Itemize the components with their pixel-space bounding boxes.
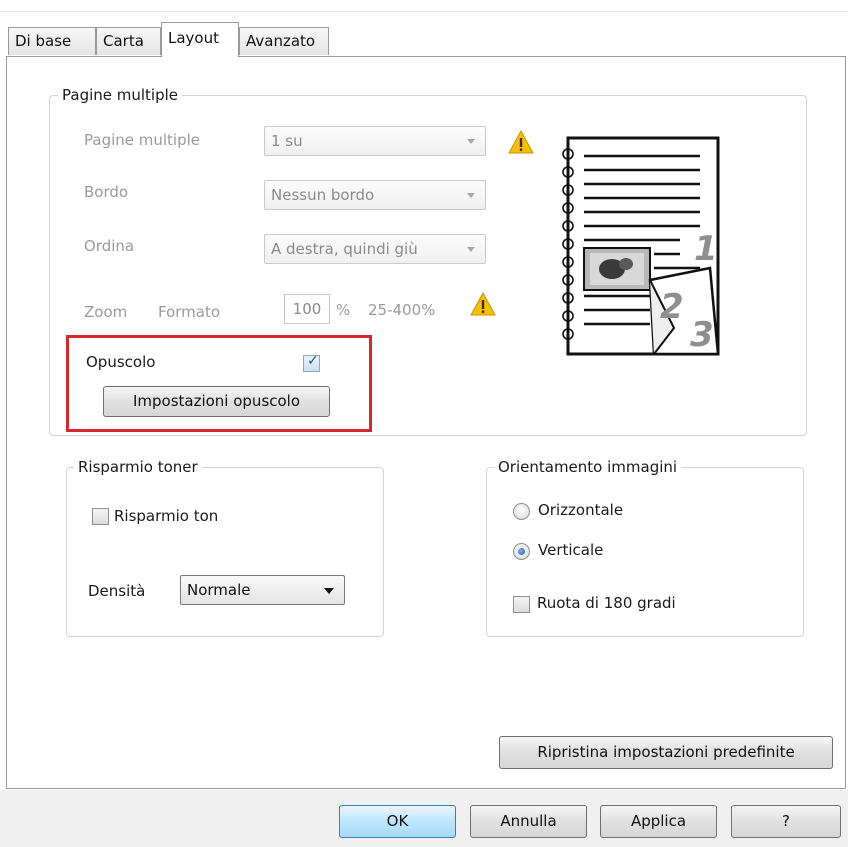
zoom-input[interactable]: 100 (284, 294, 330, 324)
orizzontale-radio[interactable] (513, 503, 530, 520)
risparmio-toner-checkbox-label: Risparmio ton (114, 507, 219, 525)
bordo-value: Nessun bordo (271, 186, 375, 204)
preview-page-number-3: 3 (690, 315, 714, 355)
annulla-button[interactable]: Annulla (470, 805, 587, 838)
ripristina-impostazioni-button[interactable]: Ripristina impostazioni predefinite (499, 736, 833, 769)
radio-selected-dot (518, 548, 525, 555)
orizzontale-label: Orizzontale (538, 501, 624, 519)
risparmio-toner-group (66, 467, 384, 637)
ordina-label: Ordina (84, 237, 135, 255)
pagine-multiple-group-title: Pagine multiple (58, 86, 183, 104)
pagine-multiple-select[interactable]: 1 su (264, 126, 486, 156)
chevron-down-icon (467, 193, 475, 198)
tab-carta[interactable]: Carta (96, 27, 161, 55)
bordo-label: Bordo (84, 183, 129, 201)
chevron-down-icon (324, 588, 334, 594)
percent-label: % (336, 301, 351, 319)
tab-avanzato[interactable]: Avanzato (239, 27, 329, 55)
warning-icon (508, 130, 534, 154)
help-button[interactable]: ? (731, 805, 841, 838)
tab-di-base[interactable]: Di base (8, 27, 96, 55)
zoom-label: Zoom (84, 303, 128, 321)
opuscolo-highlight-frame (66, 335, 372, 432)
chevron-down-icon (467, 247, 475, 252)
warning-icon (470, 292, 496, 316)
ordina-value: A destra, quindi giù (271, 240, 418, 258)
verticale-label: Verticale (538, 541, 604, 559)
orientamento-immagini-group-title: Orientamento immagini (494, 458, 682, 476)
densita-select[interactable]: Normale (180, 575, 345, 605)
pagine-multiple-label: Pagine multiple (84, 131, 201, 149)
bordo-select[interactable]: Nessun bordo (264, 180, 486, 210)
ruota-180-label: Ruota di 180 gradi (537, 594, 676, 612)
ok-button[interactable]: OK (339, 805, 456, 838)
window-top-strip (0, 0, 848, 12)
booklet-preview-illustration: 1 2 3 (562, 136, 720, 356)
chevron-down-icon (467, 139, 475, 144)
densita-label: Densità (88, 582, 146, 600)
zoom-range-label: 25-400% (368, 301, 436, 319)
densita-value: Normale (187, 581, 251, 599)
risparmio-toner-group-title: Risparmio toner (74, 458, 202, 476)
tab-layout[interactable]: Layout (161, 22, 239, 57)
ordina-select[interactable]: A destra, quindi giù (264, 234, 486, 264)
ruota-180-checkbox[interactable] (513, 596, 530, 613)
applica-button[interactable]: Applica (600, 805, 717, 838)
pagine-multiple-value: 1 su (271, 132, 303, 150)
preview-page-number-1: 1 (694, 229, 718, 269)
preview-page-number-2: 2 (660, 287, 684, 327)
formato-label: Formato (158, 303, 221, 321)
verticale-radio[interactable] (513, 543, 530, 560)
risparmio-toner-checkbox[interactable] (92, 508, 109, 525)
